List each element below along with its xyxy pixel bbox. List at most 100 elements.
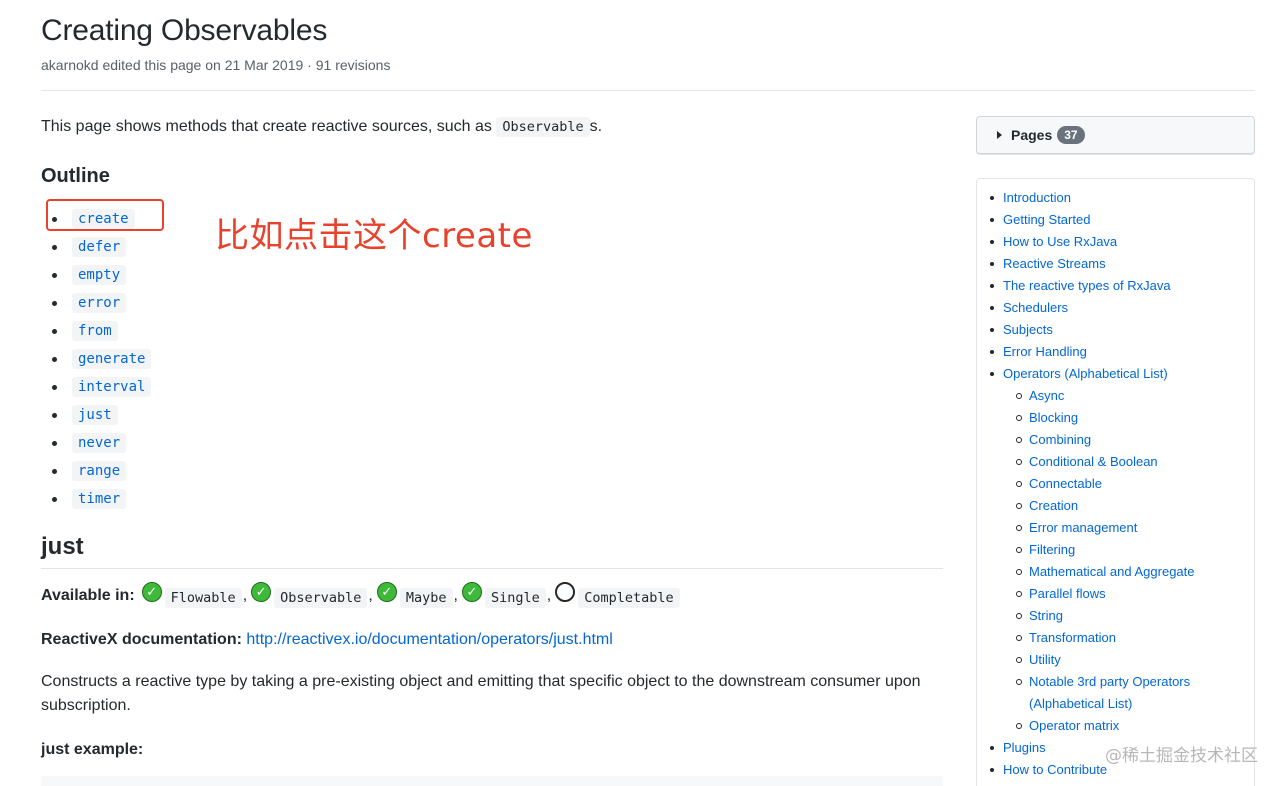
toc-subitem: Connectable <box>1016 473 1254 495</box>
toc-item: How to Use RxJava <box>990 231 1254 253</box>
outline-link-empty[interactable]: empty <box>72 265 127 285</box>
available-label: Available in: <box>41 587 135 604</box>
toc-sublink[interactable]: Operator matrix <box>1029 718 1119 733</box>
bullet-icon <box>52 384 57 390</box>
toc-subitem: Notable 3rd party Operators (Alphabetica… <box>1016 671 1254 715</box>
check-circle-icon: ✓ <box>251 582 272 602</box>
outline-item: defer <box>52 233 151 261</box>
toc-link[interactable]: Introduction <box>1003 190 1071 205</box>
separator: , <box>546 587 552 604</box>
toc-link[interactable]: Plugins <box>1003 740 1046 755</box>
toc-sublink[interactable]: Notable 3rd party Operators (Alphabetica… <box>1029 674 1190 711</box>
outline-item: generate <box>52 345 152 373</box>
intro-before: This page shows methods that create reac… <box>41 118 497 135</box>
toc-subitem: Combining <box>1016 429 1254 451</box>
toc-link[interactable]: The reactive types of RxJava <box>1003 278 1171 293</box>
outline-link-just[interactable]: just <box>72 405 118 425</box>
toc-subitem: Mathematical and Aggregate <box>1016 561 1254 583</box>
toc-sublink[interactable]: Blocking <box>1029 410 1078 425</box>
toc-item: The reactive types of RxJava <box>990 275 1254 297</box>
wiki-sidebar-toc: Introduction Getting Started How to Use Rx… <box>976 178 1255 786</box>
toc-link[interactable]: How to Use RxJava <box>1003 234 1117 249</box>
available-in-row: Available in: ✓ Flowable, ✓ Observable, ✓ May… <box>41 582 681 608</box>
toc-sublink[interactable]: Conditional & Boolean <box>1029 454 1158 469</box>
toc-item: Error Handling <box>990 341 1254 363</box>
outline-link-error[interactable]: error <box>72 293 127 313</box>
bullet-icon <box>52 272 57 278</box>
check-circle-icon: ✓ <box>461 582 482 602</box>
outline-item: from <box>52 317 151 345</box>
toc-sublink[interactable]: String <box>1029 608 1063 623</box>
toc-subitem: Conditional & Boolean <box>1016 451 1254 473</box>
outline-item: range <box>52 457 151 485</box>
toc-item: Introduction <box>990 187 1254 209</box>
toc-subitem: String <box>1016 605 1254 627</box>
toc-subitem: Utility <box>1016 649 1254 671</box>
outline-link-generate[interactable]: generate <box>72 349 152 369</box>
toc-item: Writing operators <box>1003 781 1254 786</box>
toc-sublink[interactable]: Transformation <box>1029 630 1116 645</box>
pages-toggle[interactable]: Pages 37 <box>976 116 1255 154</box>
toc-link[interactable]: Reactive Streams <box>1003 256 1106 271</box>
toc-item: Getting Started <box>990 209 1254 231</box>
outline-item: just <box>52 401 151 429</box>
page-meta: akarnokd edited this page on 21 Mar 2019… <box>41 57 391 73</box>
separator: , <box>242 587 248 604</box>
toc-link[interactable]: How to Contribute <box>1003 762 1107 777</box>
toc-item: Reactive Streams <box>990 253 1254 275</box>
just-example-heading: just example: <box>41 741 144 758</box>
page-title: Creating Observables <box>41 14 328 47</box>
outline-item: timer <box>52 485 151 513</box>
just-heading: just <box>41 533 84 560</box>
reactive-type-maybe: Maybe <box>399 588 453 608</box>
reactivex-doc-link[interactable]: http://reactivex.io/documentation/operat… <box>246 631 612 648</box>
toc-sublink[interactable]: Async <box>1029 388 1064 403</box>
annotation-text: 比如点击这个create <box>215 216 533 256</box>
bullet-icon <box>52 328 57 334</box>
toc-link[interactable]: Subjects <box>1003 322 1053 337</box>
toc-link[interactable]: Operators (Alphabetical List) <box>1003 366 1168 381</box>
outline-heading: Outline <box>41 165 110 187</box>
toc-sublist: Async Blocking Combining Conditional & Bool… <box>1003 385 1254 737</box>
code-block <box>41 776 943 786</box>
toc-sublink[interactable]: Utility <box>1029 652 1061 667</box>
toc-subitem: Parallel flows <box>1016 583 1254 605</box>
outline-item: never <box>52 429 151 457</box>
toc-sublink[interactable]: Mathematical and Aggregate <box>1029 564 1195 579</box>
caret-right-icon <box>997 131 1002 139</box>
separator: , <box>368 587 373 604</box>
just-description: Constructs a reactive type by taking a p… <box>41 673 921 714</box>
outline-link-range[interactable]: range <box>72 461 127 481</box>
toc-sublink[interactable]: Parallel flows <box>1029 586 1106 601</box>
outline-link-from[interactable]: from <box>72 321 118 341</box>
outline-item: interval <box>52 373 152 401</box>
toc-sublink[interactable]: Creation <box>1029 498 1078 513</box>
outline-link-defer[interactable]: defer <box>72 237 127 257</box>
toc-sublink[interactable]: Error management <box>1029 520 1137 535</box>
bullet-icon <box>52 496 57 502</box>
toc-subitem: Operator matrix <box>1016 715 1254 737</box>
toc-link[interactable]: Getting Started <box>1003 212 1090 227</box>
toc-subitem: Async <box>1016 385 1254 407</box>
toc-link[interactable]: Schedulers <box>1003 300 1068 315</box>
toc-sublink[interactable]: Filtering <box>1029 542 1075 557</box>
bullet-icon <box>52 300 57 306</box>
annotation-highlight-box <box>46 199 164 231</box>
toc-sublink[interactable]: Combining <box>1029 432 1091 447</box>
toc-link[interactable]: Error Handling <box>1003 344 1087 359</box>
check-circle-icon: ✓ <box>141 582 162 602</box>
outline-list: create defer empty error from generate interva… <box>52 205 152 513</box>
reactive-type-completable: Completable <box>578 588 680 608</box>
reactivex-doc-row: ReactiveX documentation: http://reactive… <box>41 631 613 649</box>
bullet-icon <box>52 244 57 250</box>
toc-sublink[interactable]: Connectable <box>1029 476 1102 491</box>
bullet-icon <box>52 440 57 446</box>
header-divider <box>41 90 1255 91</box>
toc-list: Introduction Getting Started How to Use Rx… <box>990 187 1254 786</box>
intro-code: Observable <box>496 117 590 137</box>
outline-link-interval[interactable]: interval <box>72 377 152 397</box>
outline-link-timer[interactable]: timer <box>72 489 127 509</box>
toc-item: Schedulers <box>990 297 1254 319</box>
outline-link-never[interactable]: never <box>72 433 127 453</box>
toc-item: Subjects <box>990 319 1254 341</box>
